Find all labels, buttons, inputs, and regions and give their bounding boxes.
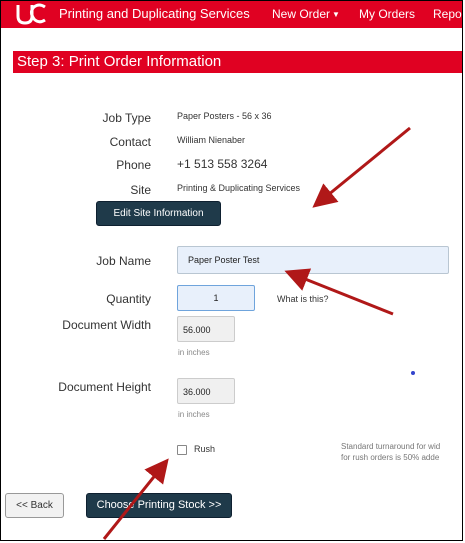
edit-site-button[interactable]: Edit Site Information bbox=[96, 201, 221, 226]
nav-new-order-label: New Order bbox=[272, 7, 331, 21]
quantity-label: Quantity bbox=[106, 292, 151, 306]
nav-reports[interactable]: Repor bbox=[433, 7, 462, 21]
job-type-label: Job Type bbox=[102, 111, 151, 125]
doc-width-unit: in inches bbox=[178, 348, 210, 357]
app-frame: Printing and Duplicating Services New Or… bbox=[0, 0, 463, 541]
choose-printing-stock-button[interactable]: Choose Printing Stock >> bbox=[86, 493, 232, 518]
step-header: Step 3: Print Order Information bbox=[13, 51, 462, 73]
quantity-input[interactable]: 1 bbox=[177, 285, 255, 311]
job-name-label: Job Name bbox=[96, 254, 151, 268]
nav-my-orders[interactable]: My Orders bbox=[359, 7, 415, 21]
job-type-value: Paper Posters - 56 x 36 bbox=[177, 111, 272, 121]
rush-checkbox[interactable] bbox=[177, 445, 187, 455]
top-nav: Printing and Duplicating Services New Or… bbox=[1, 1, 462, 28]
rush-label: Rush bbox=[194, 444, 216, 454]
contact-value: William Nienaber bbox=[177, 135, 246, 145]
doc-height-unit: in inches bbox=[178, 410, 210, 419]
site-label: Site bbox=[130, 183, 151, 197]
site-value: Printing & Duplicating Services bbox=[177, 183, 301, 193]
phone-label: Phone bbox=[116, 158, 151, 172]
arrow-to-edit-site-icon bbox=[312, 126, 411, 208]
rush-note-line-2: for rush orders is 50% adde bbox=[341, 453, 440, 462]
nav-new-order[interactable]: New Order ▼ bbox=[272, 7, 340, 21]
doc-width-field: 56.000 bbox=[177, 316, 235, 342]
caret-down-icon: ▼ bbox=[332, 10, 340, 20]
phone-value: +1 513 558 3264 bbox=[177, 157, 268, 171]
doc-height-label: Document Height bbox=[58, 380, 151, 394]
cursor-dot-icon bbox=[411, 371, 415, 375]
doc-height-field: 36.000 bbox=[177, 378, 235, 404]
uc-logo-icon[interactable] bbox=[15, 2, 47, 26]
back-button[interactable]: << Back bbox=[5, 493, 64, 518]
nav-brand[interactable]: Printing and Duplicating Services bbox=[59, 6, 250, 21]
what-is-this-link[interactable]: What is this? bbox=[277, 294, 329, 304]
rush-note-line-1: Standard turnaround for wid bbox=[341, 442, 441, 451]
doc-width-label: Document Width bbox=[62, 318, 151, 332]
job-name-input[interactable]: Paper Poster Test bbox=[177, 246, 449, 274]
contact-label: Contact bbox=[109, 135, 151, 149]
